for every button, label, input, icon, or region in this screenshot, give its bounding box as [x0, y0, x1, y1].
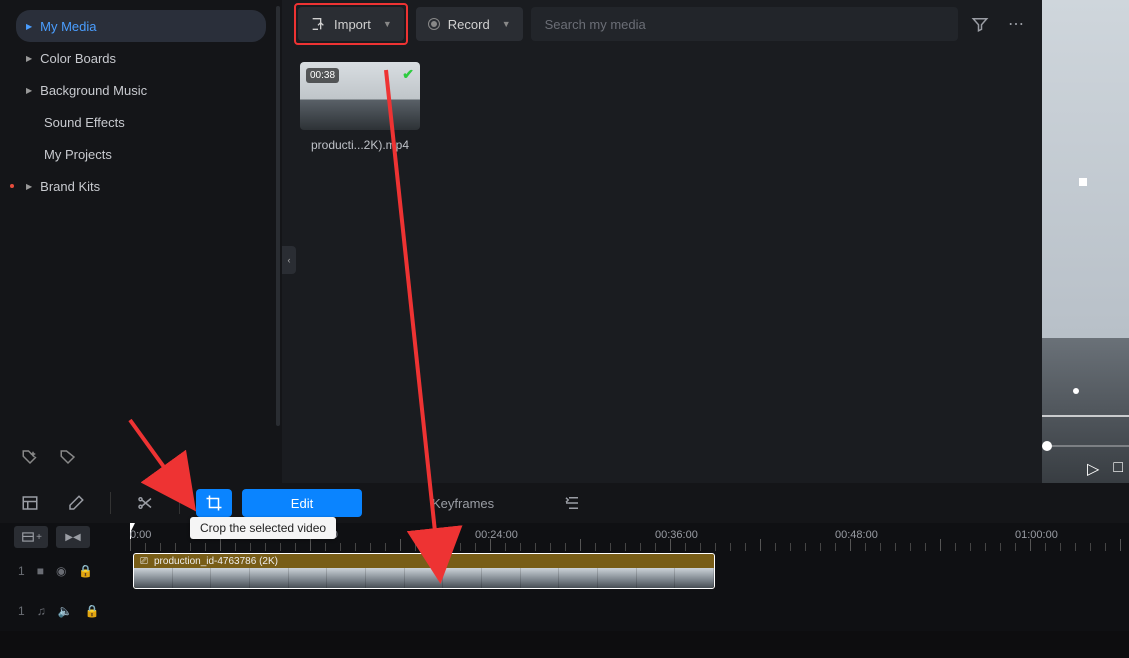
media-thumb[interactable]: 00:38 ✔ producti...2K).mp4	[300, 62, 420, 152]
import-label: Import	[334, 17, 371, 32]
sidebar-item-background-music[interactable]: ▶ Background Music	[16, 74, 266, 106]
preview-divider	[1042, 415, 1129, 417]
notification-dot-icon	[10, 184, 14, 188]
resize-handle[interactable]	[1079, 178, 1087, 186]
chevron-down-icon: ▼	[383, 19, 392, 29]
sidebar-item-label: My Media	[40, 19, 96, 34]
stop-icon[interactable]: □	[1113, 459, 1123, 479]
thumb-image: 00:38 ✔	[300, 62, 420, 130]
crop-tooltip: Crop the selected video	[190, 517, 336, 539]
record-button[interactable]: Record ▼	[416, 7, 523, 41]
mute-icon[interactable]: 🔈	[58, 604, 73, 618]
import-icon	[310, 16, 326, 32]
visibility-icon[interactable]: ◉	[56, 564, 66, 578]
sidebar-item-label: Brand Kits	[40, 179, 100, 194]
preview-panel: ▷ □	[1042, 0, 1129, 483]
check-icon: ✔	[402, 66, 414, 83]
clip-camera-icon: ⎚	[140, 556, 148, 567]
sidebar: ▶ My Media ▶ Color Boards ▶ Background M…	[0, 0, 282, 483]
sidebar-item-label: Color Boards	[40, 51, 116, 66]
eraser-icon[interactable]	[58, 489, 94, 517]
track-index: 1	[18, 604, 25, 618]
play-icon[interactable]: ▷	[1087, 459, 1099, 479]
clip-frames	[134, 568, 714, 589]
sidebar-item-label: Background Music	[40, 83, 147, 98]
video-icon[interactable]: ■	[37, 564, 44, 578]
tag-icon[interactable]	[58, 447, 78, 467]
edit-label: Edit	[291, 496, 313, 511]
chevron-right-icon: ▶	[26, 86, 32, 95]
lock-icon[interactable]: 🔒	[85, 604, 100, 618]
more-icon[interactable]: ⋯	[1002, 10, 1030, 38]
import-button[interactable]: Import ▼	[298, 7, 404, 41]
collapse-sidebar-button[interactable]: ‹	[282, 246, 296, 274]
keyframes-button[interactable]: Keyframes	[432, 496, 494, 511]
snap-icon[interactable]: ▶◀	[56, 526, 90, 548]
media-toolbar: Import ▼ Record ▼ Search my media ⋯	[282, 0, 1042, 48]
timeline-tools: Edit Keyframes Crop the selected video	[0, 483, 1129, 523]
lock-icon[interactable]: 🔒	[78, 564, 93, 578]
track-index: 1	[18, 564, 25, 578]
timeline-view-icon[interactable]: +	[14, 526, 48, 548]
clip-name: production_id-4763786 (2K)	[154, 556, 278, 567]
annotation-highlight: Import ▼	[294, 3, 408, 45]
search-input[interactable]: Search my media	[531, 7, 958, 41]
thumb-name: producti...2K).mp4	[300, 138, 420, 152]
chevron-left-icon: ‹	[288, 255, 291, 265]
media-grid: 00:38 ✔ producti...2K).mp4	[282, 48, 1042, 483]
timeline: + ▶◀ 0:00 00:12:00 00:24:00 00:36:00 00:…	[0, 523, 1129, 631]
filter-icon[interactable]	[966, 10, 994, 38]
sidebar-item-label: My Projects	[44, 147, 112, 162]
record-icon	[428, 18, 440, 30]
sidebar-item-label: Sound Effects	[44, 115, 125, 130]
chevron-right-icon: ▶	[26, 54, 32, 63]
thumb-duration: 00:38	[306, 68, 339, 83]
sidebar-item-sound-effects[interactable]: Sound Effects	[16, 106, 266, 138]
preview-marker	[1073, 388, 1079, 394]
preview-scrub-handle[interactable]	[1042, 441, 1052, 451]
video-track: 1 ■ ◉ 🔒 ⎚ production_id-4763786 (2K)	[0, 551, 1129, 591]
chevron-down-icon: ▼	[502, 19, 511, 29]
sidebar-item-color-boards[interactable]: ▶ Color Boards	[16, 42, 266, 74]
chevron-right-icon: ▶	[26, 182, 32, 191]
sidebar-item-my-projects[interactable]: My Projects	[16, 138, 266, 170]
record-label: Record	[448, 17, 490, 32]
search-placeholder: Search my media	[545, 17, 646, 32]
crop-button[interactable]	[196, 489, 232, 517]
music-icon[interactable]: ♫	[37, 604, 46, 618]
preview-scrubber[interactable]	[1042, 445, 1129, 447]
sidebar-item-my-media[interactable]: ▶ My Media	[16, 10, 266, 42]
sidebar-scrollbar[interactable]	[276, 6, 280, 426]
timeline-clip[interactable]: ⎚ production_id-4763786 (2K)	[133, 553, 715, 589]
sidebar-item-brand-kits[interactable]: ▶ Brand Kits	[16, 170, 266, 202]
scissors-icon[interactable]	[127, 489, 163, 517]
edit-button[interactable]: Edit	[242, 489, 362, 517]
media-panel: Import ▼ Record ▼ Search my media ⋯ 00:3…	[282, 0, 1042, 483]
layout-icon[interactable]	[12, 489, 48, 517]
align-icon[interactable]	[554, 489, 590, 517]
audio-track: 1 ♫ 🔈 🔒	[0, 591, 1129, 631]
tag-add-icon[interactable]	[20, 447, 40, 467]
chevron-right-icon: ▶	[26, 22, 32, 31]
